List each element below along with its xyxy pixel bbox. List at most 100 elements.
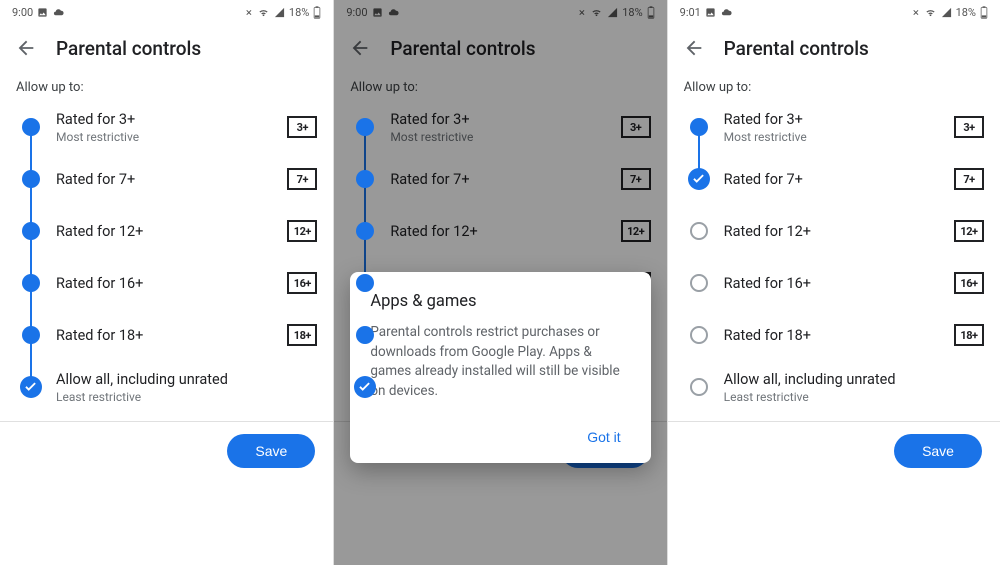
rating-label: Rated for 18+ xyxy=(724,327,954,344)
rating-label: Rated for 3+ xyxy=(390,111,620,128)
battery-text: 18% xyxy=(622,6,642,19)
battery-icon xyxy=(647,6,655,19)
rating-row[interactable]: Rated for 12+ 12+ xyxy=(684,205,984,257)
rating-row[interactable]: Rated for 7+ 7+ xyxy=(16,153,317,205)
app-bar: Parental controls xyxy=(334,24,666,72)
battery-text: 18% xyxy=(956,6,976,19)
rating-node-icon xyxy=(356,170,374,188)
rating-row[interactable]: Rated for 16+ 16+ xyxy=(684,257,984,309)
app-bar: Parental controls xyxy=(668,24,1000,72)
cloud-icon xyxy=(52,7,65,18)
rating-row[interactable]: Rated for 3+ Most restrictive 3+ xyxy=(16,101,317,153)
rating-badge: 16+ xyxy=(287,272,317,294)
rating-node-icon xyxy=(22,118,40,136)
rating-row[interactable]: Rated for 7+ 7+ xyxy=(684,153,984,205)
rating-sublabel: Least restrictive xyxy=(724,390,984,404)
arrow-back-icon xyxy=(349,37,371,59)
rating-badge: 3+ xyxy=(621,116,651,138)
section-label: Allow up to: xyxy=(668,72,1000,97)
rating-node-icon xyxy=(22,222,40,240)
arrow-back-icon xyxy=(15,37,37,59)
rating-badge: 12+ xyxy=(621,220,651,242)
info-dialog: Apps & games Parental controls restrict … xyxy=(350,272,650,463)
rating-row[interactable]: Rated for 18+ 18+ xyxy=(16,309,317,361)
mute-icon xyxy=(575,7,586,18)
image-icon xyxy=(705,7,716,18)
rating-sublabel: Most restrictive xyxy=(390,130,620,144)
rating-row[interactable]: Rated for 3+ Most restrictive 3+ xyxy=(350,101,650,153)
back-button[interactable] xyxy=(8,30,44,66)
rating-badge: 12+ xyxy=(954,220,984,242)
image-icon xyxy=(372,7,383,18)
rating-label: Allow all, including unrated xyxy=(724,371,984,388)
rating-label: Rated for 7+ xyxy=(724,171,954,188)
cloud-icon xyxy=(387,7,400,18)
signal-icon xyxy=(941,7,952,18)
rating-label: Rated for 12+ xyxy=(56,223,287,240)
cloud-icon xyxy=(720,7,733,18)
rating-label: Rated for 3+ xyxy=(56,111,287,128)
rating-node-icon xyxy=(22,170,40,188)
signal-icon xyxy=(607,7,618,18)
signal-icon xyxy=(274,7,285,18)
rating-row[interactable]: Rated for 16+ 16+ xyxy=(16,257,317,309)
save-button[interactable]: Save xyxy=(894,434,982,468)
arrow-back-icon xyxy=(683,37,705,59)
rating-label: Rated for 7+ xyxy=(390,171,620,188)
clock-text: 9:01 xyxy=(680,6,701,19)
page-title: Parental controls xyxy=(724,37,869,60)
dialog-title: Apps & games xyxy=(370,292,630,311)
app-bar: Parental controls xyxy=(0,24,333,72)
rating-node-selected-icon xyxy=(354,376,376,398)
rating-node-icon xyxy=(22,326,40,344)
clock-text: 9:00 xyxy=(346,6,367,19)
rating-label: Rated for 16+ xyxy=(56,275,287,292)
rating-label: Rated for 3+ xyxy=(724,111,954,128)
page-title: Parental controls xyxy=(56,37,201,60)
rating-label: Rated for 12+ xyxy=(724,223,954,240)
battery-text: 18% xyxy=(289,6,309,19)
rating-row[interactable]: Allow all, including unrated Least restri… xyxy=(684,361,984,413)
status-bar: 9:00 18% xyxy=(0,0,333,24)
screen-a: 9:00 18% Parental controls Allow up to: xyxy=(0,0,333,565)
rating-badge: 3+ xyxy=(954,116,984,138)
save-button[interactable]: Save xyxy=(227,434,315,468)
page-title: Parental controls xyxy=(390,37,535,60)
rating-sublabel: Most restrictive xyxy=(56,130,287,144)
rating-node-open-icon xyxy=(690,274,708,292)
back-button[interactable] xyxy=(676,30,712,66)
rating-row[interactable]: Rated for 18+ 18+ xyxy=(684,309,984,361)
rating-badge: 16+ xyxy=(954,272,984,294)
rating-list: Rated for 3+Most restrictive 3+ Rated fo… xyxy=(668,97,1000,413)
rating-row[interactable]: Rated for 3+Most restrictive 3+ xyxy=(684,101,984,153)
rating-node-icon xyxy=(22,274,40,292)
rating-row[interactable]: Allow all, including unrated Least restr… xyxy=(16,361,317,413)
rating-node-icon xyxy=(690,118,708,136)
rating-row[interactable]: Rated for 12+ 12+ xyxy=(350,205,650,257)
rating-label: Rated for 7+ xyxy=(56,171,287,188)
rating-badge: 3+ xyxy=(287,116,317,138)
rating-row[interactable]: Rated for 12+ 12+ xyxy=(16,205,317,257)
rating-badge: 12+ xyxy=(287,220,317,242)
clock-text: 9:00 xyxy=(12,6,33,19)
rating-badge: 18+ xyxy=(954,324,984,346)
dialog-body: Parental controls restrict purchases or … xyxy=(370,323,630,401)
screen-b: 9:00 18% Parental controls Allow up to: xyxy=(333,0,666,565)
rating-row[interactable]: Rated for 7+ 7+ xyxy=(350,153,650,205)
wifi-icon xyxy=(257,7,270,18)
rating-node-open-icon xyxy=(690,378,708,396)
mute-icon xyxy=(909,7,920,18)
rating-badge: 7+ xyxy=(954,168,984,190)
rating-node-selected-icon xyxy=(20,376,42,398)
rating-label: Rated for 16+ xyxy=(724,275,954,292)
status-bar: 9:01 18% xyxy=(668,0,1000,24)
status-bar: 9:00 18% xyxy=(334,0,666,24)
rating-label: Allow all, including unrated xyxy=(56,371,317,388)
back-button[interactable] xyxy=(342,30,378,66)
mute-icon xyxy=(242,7,253,18)
rating-sublabel: Least restrictive xyxy=(56,390,317,404)
dialog-confirm-button[interactable]: Got it xyxy=(577,419,630,455)
rating-node-open-icon xyxy=(690,326,708,344)
rating-node-icon xyxy=(356,222,374,240)
rating-list: Rated for 3+ Most restrictive 3+ Rated f… xyxy=(0,97,333,413)
